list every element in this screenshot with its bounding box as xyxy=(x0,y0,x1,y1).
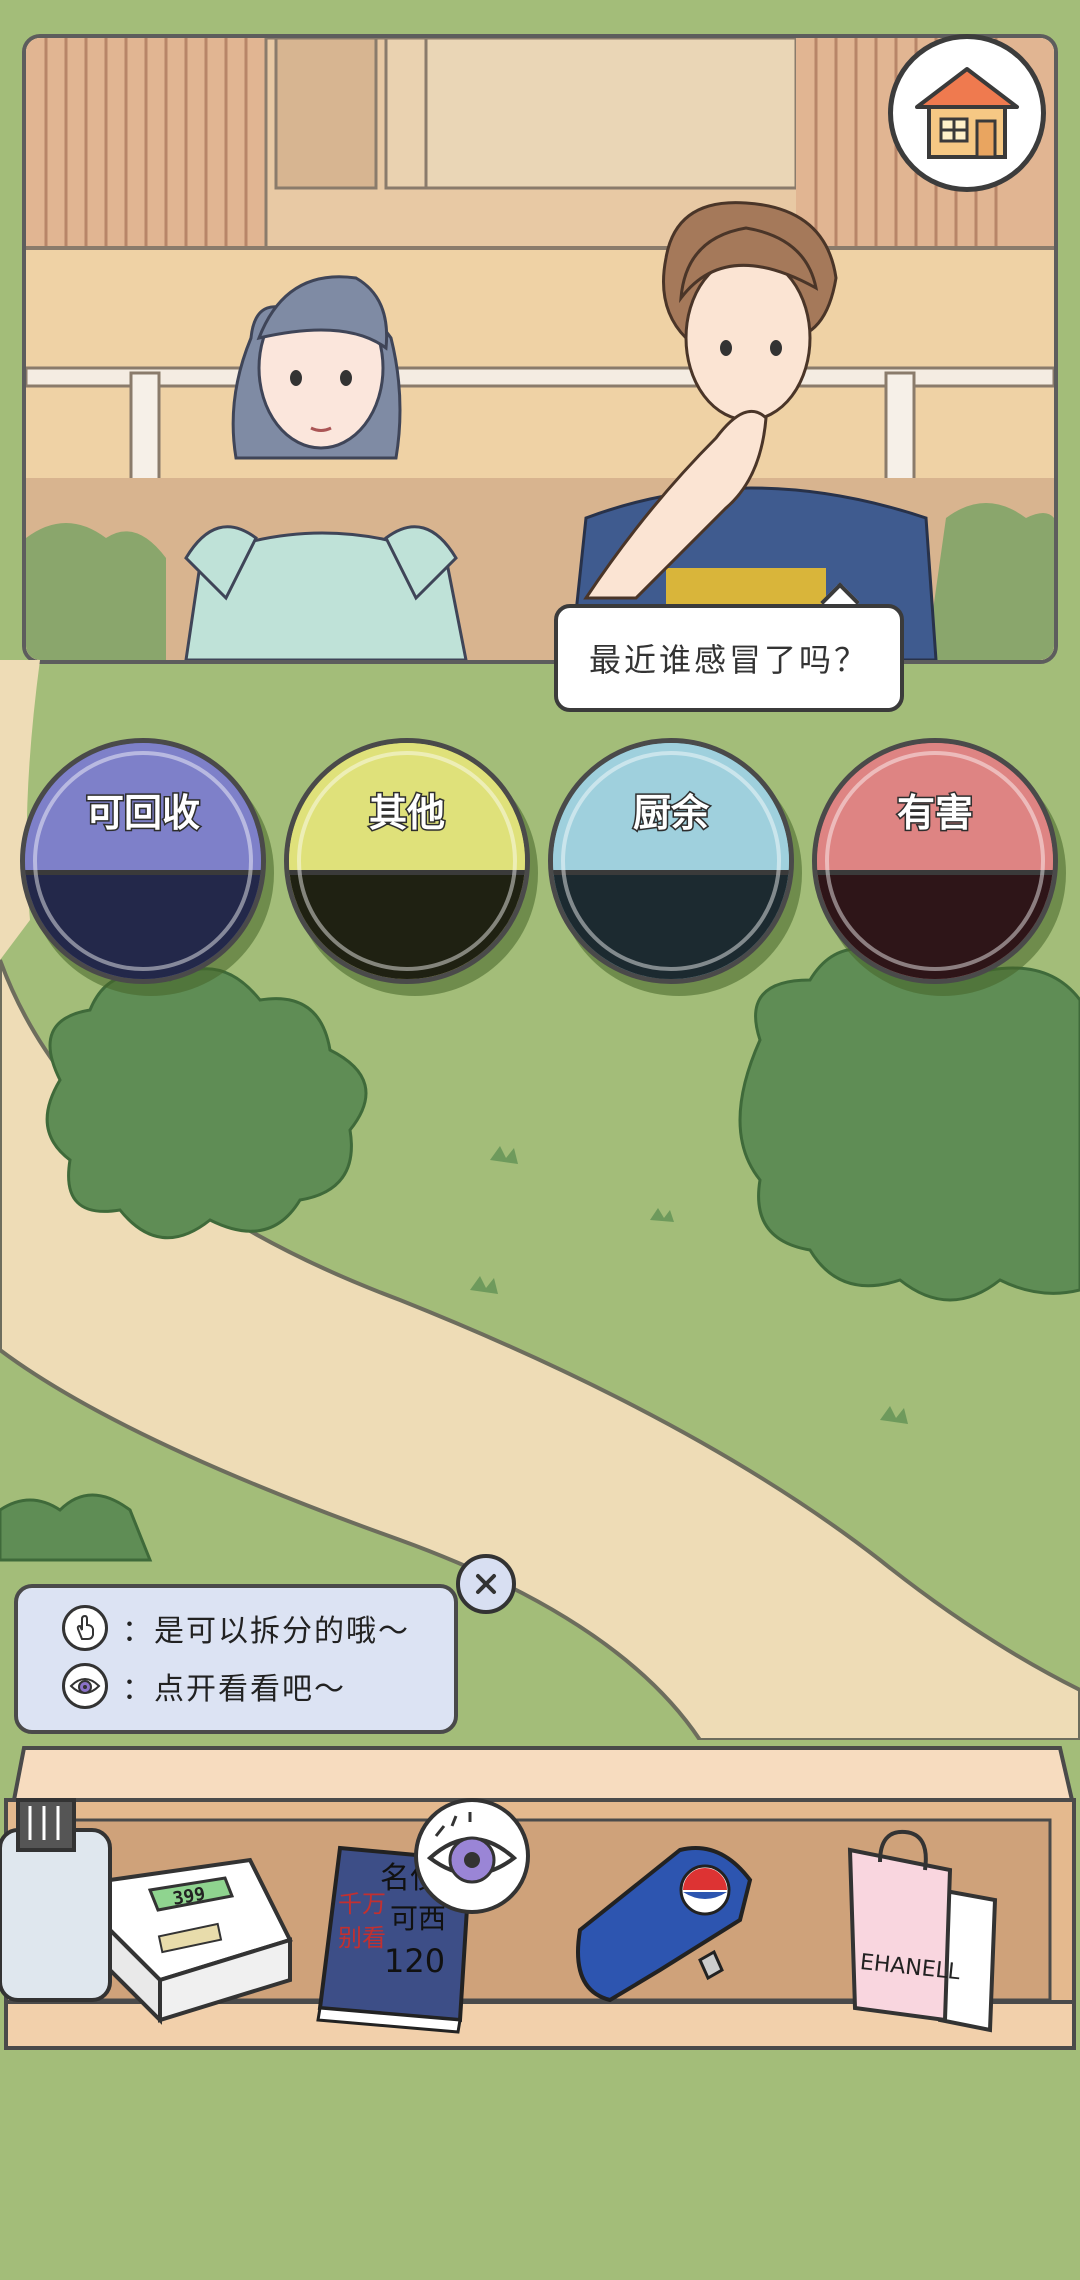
book-warning-line2: 别看 xyxy=(338,1924,386,1952)
tree-lower-left xyxy=(0,1493,153,1562)
hint-line-view: ：点开看看吧～ xyxy=(62,1658,346,1714)
bin-recyclable-label: 可回收 xyxy=(84,790,201,837)
bin-hazardous-lid: 有害 xyxy=(817,743,1053,871)
bin-other[interactable]: 其他 xyxy=(284,738,530,984)
book-title-line2: 可西 xyxy=(390,1902,446,1935)
hint-text-split: ：是可以拆分的哦～ xyxy=(122,1614,410,1649)
hint-line-split: ：是可以拆分的哦～ xyxy=(62,1600,410,1656)
bin-recyclable-opening xyxy=(25,870,261,979)
bin-other-lid: 其他 xyxy=(289,743,525,871)
close-icon xyxy=(476,1574,496,1594)
bin-kitchen-opening xyxy=(553,870,789,979)
bin-other-opening xyxy=(289,870,525,979)
inspect-eye-button[interactable] xyxy=(414,1798,530,1914)
bin-hazardous[interactable]: 有害 xyxy=(812,738,1058,984)
item-shelf: 399 名侦 可西 千万 别看 120 EHANELL xyxy=(0,1746,1076,2050)
tree-right xyxy=(738,945,1080,1302)
bin-recyclable-lid: 可回收 xyxy=(25,743,261,871)
tree-left xyxy=(45,967,368,1240)
hand-tap-icon xyxy=(62,1605,108,1651)
hint-close-button[interactable] xyxy=(456,1554,516,1614)
hint-text-view: ：点开看看吧～ xyxy=(122,1672,346,1707)
bin-hazardous-label: 有害 xyxy=(895,790,974,837)
book-number: 120 xyxy=(384,1942,445,1980)
eye-icon xyxy=(62,1663,108,1709)
hint-box: ：是可以拆分的哦～ ：点开看看吧～ xyxy=(14,1584,458,1734)
bin-recyclable[interactable]: 可回收 xyxy=(20,738,266,984)
bin-other-label: 其他 xyxy=(367,790,446,837)
bin-kitchen-lid: 厨余 xyxy=(553,743,789,871)
bin-kitchen-label: 厨余 xyxy=(631,790,710,837)
book-warning-line1: 千万 xyxy=(338,1890,386,1918)
bin-hazardous-opening xyxy=(817,870,1053,979)
home-button[interactable] xyxy=(888,34,1046,192)
item-test-strip-bottle[interactable] xyxy=(0,1798,112,2002)
house-icon xyxy=(915,67,1019,159)
bin-kitchen[interactable]: 厨余 xyxy=(548,738,794,984)
